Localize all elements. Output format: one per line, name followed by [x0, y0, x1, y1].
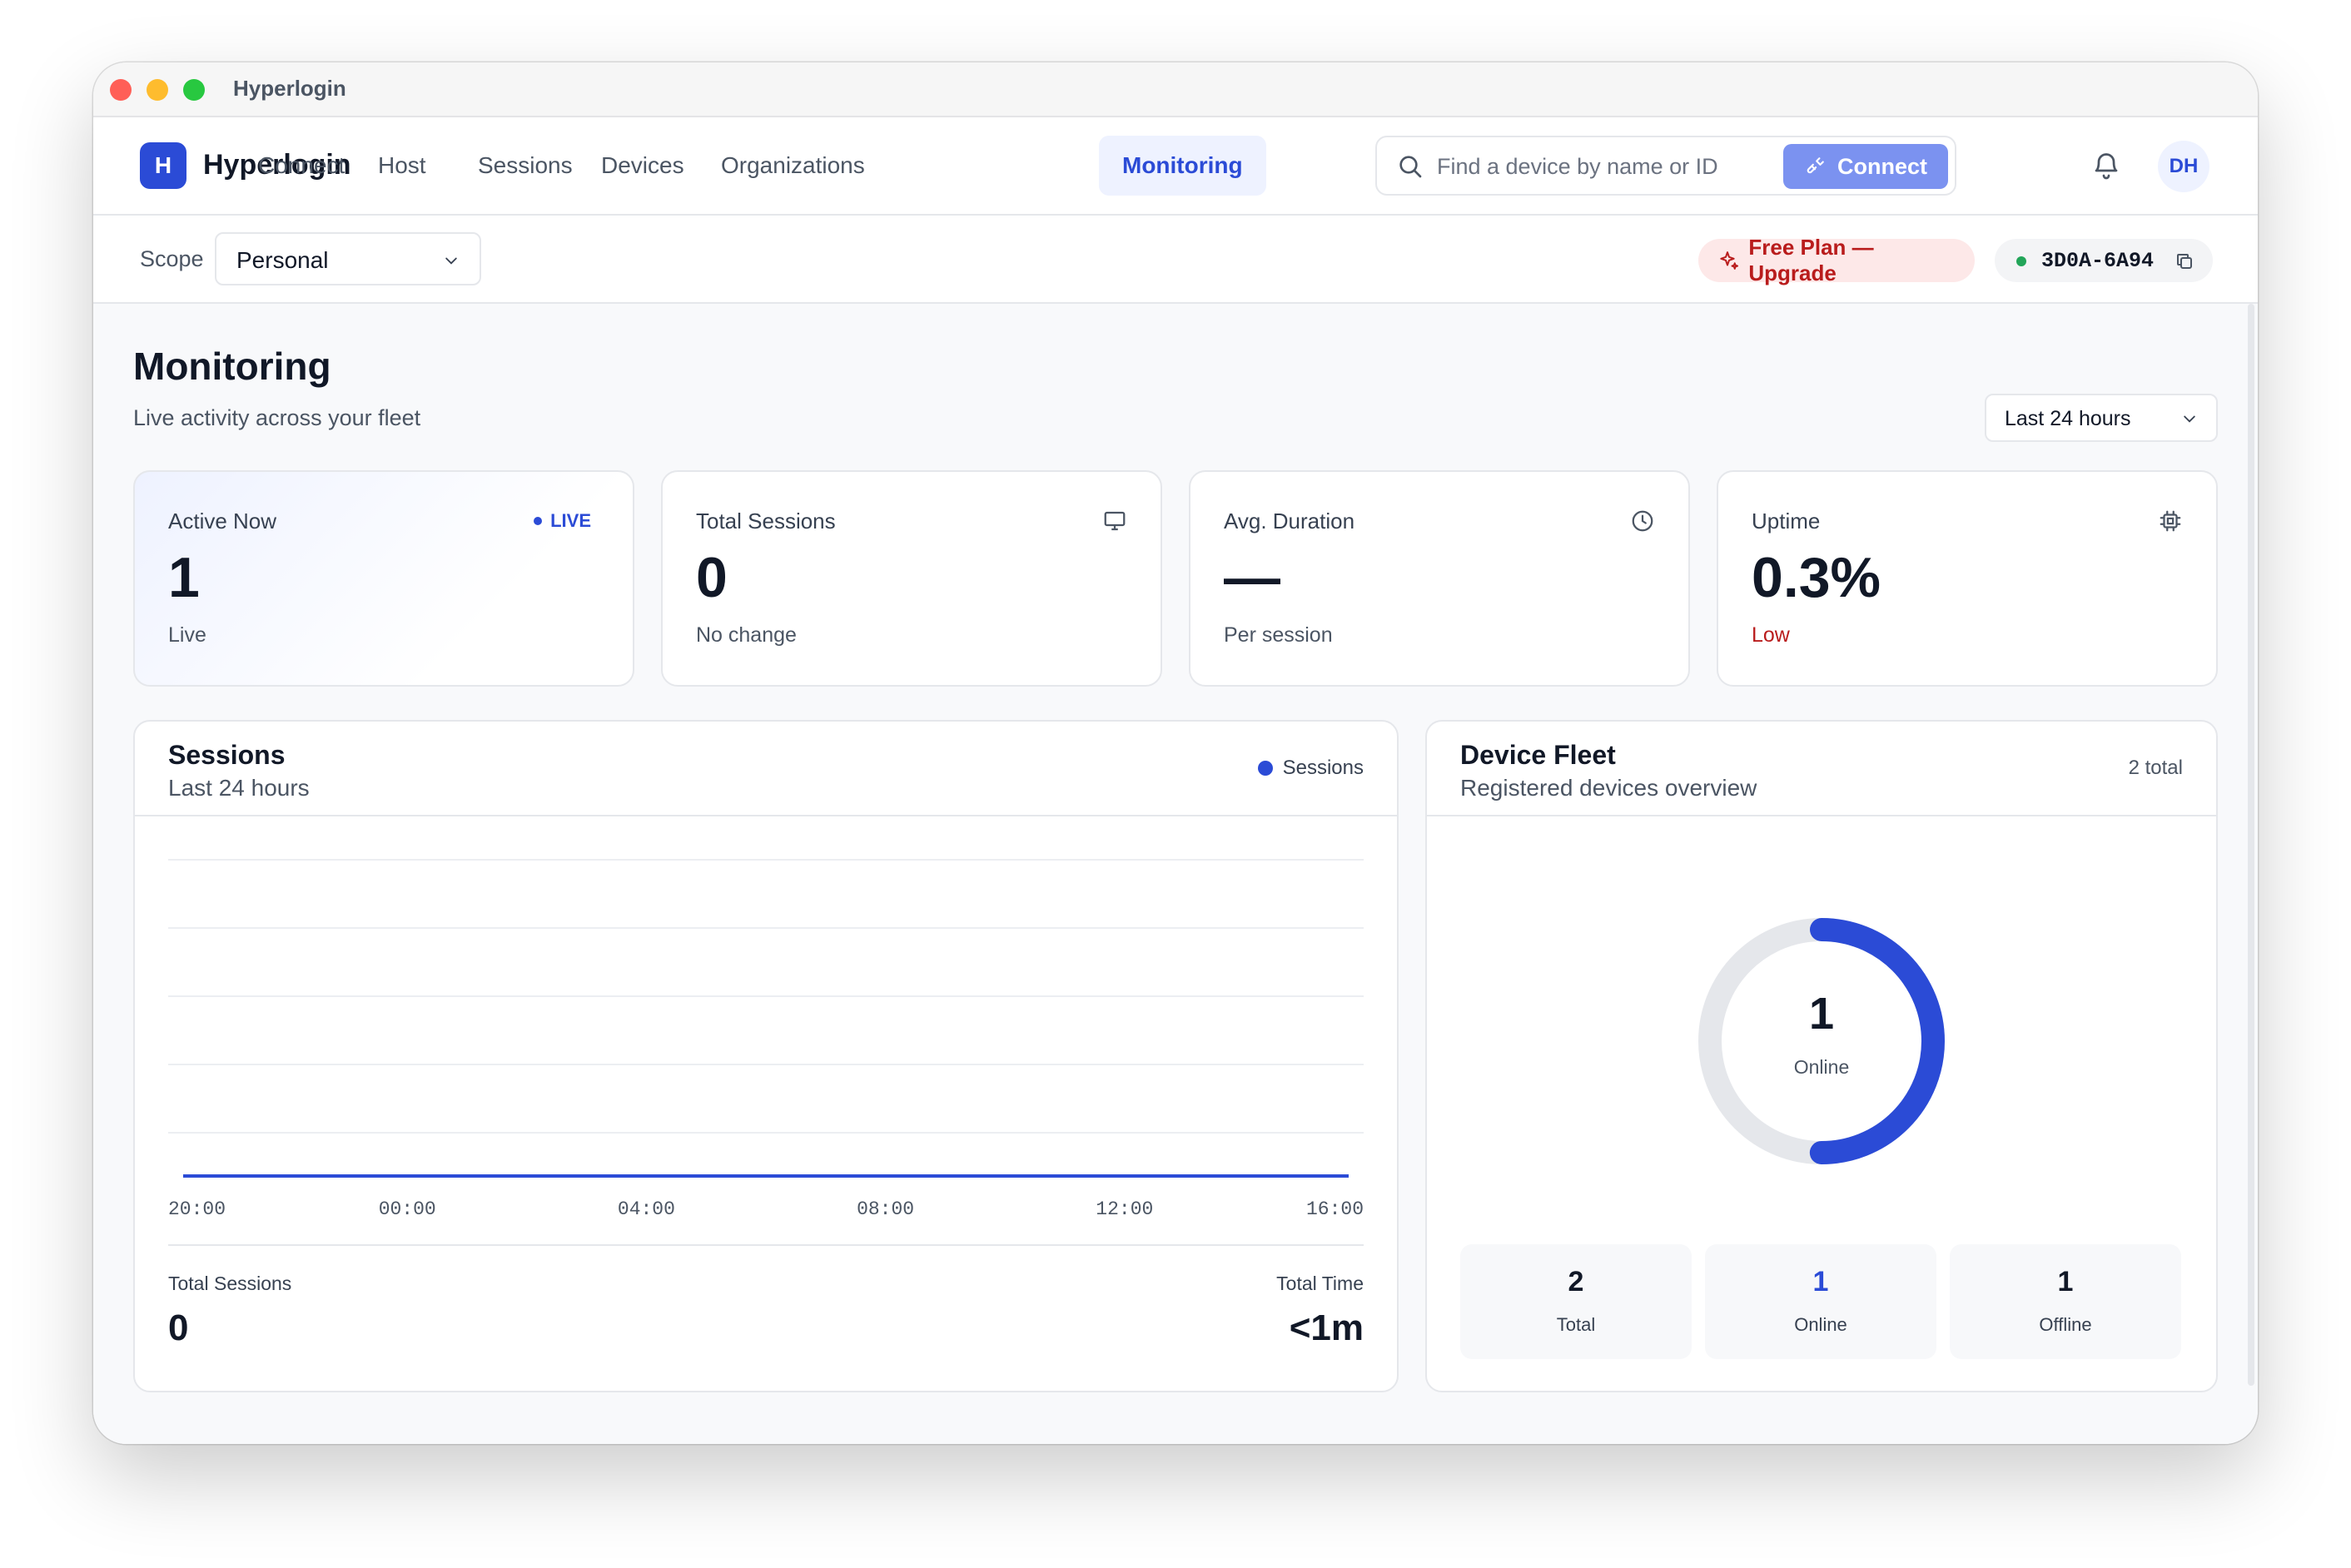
stat-footnote: Low: [1752, 623, 1790, 647]
nav-monitoring[interactable]: Monitoring: [1099, 136, 1266, 196]
user-avatar[interactable]: DH: [2158, 141, 2209, 192]
connect-button[interactable]: Connect: [1783, 144, 1948, 189]
x-tick-label: 00:00: [379, 1198, 436, 1220]
fleet-total-count: 2 total: [2128, 757, 2183, 779]
panel-title: Device Fleet: [1460, 740, 1616, 770]
cpu-icon: [2160, 510, 2181, 532]
stat-label: Uptime: [1752, 509, 1821, 533]
stat-card-active-now: Active Now LIVE 1 Live: [133, 470, 634, 687]
x-tick-label: 20:00: [168, 1198, 226, 1220]
minimize-window-button[interactable]: [147, 79, 168, 101]
monitor-icon: [1104, 511, 1126, 531]
stat-value: 1: [168, 546, 200, 609]
device-fleet-panel: Device Fleet Registered devices overview…: [1425, 720, 2218, 1392]
stat-label: Avg. Duration: [1224, 509, 1355, 533]
top-navigation: H Hyperlogin Connect Host Sessions Devic…: [93, 117, 2258, 216]
scrollbar[interactable]: [2248, 304, 2254, 1386]
nav-connect[interactable]: Connect: [235, 136, 368, 196]
device-id-text: 3D0A-6A94: [2041, 249, 2155, 273]
fleet-stat-value: 2: [1568, 1266, 1584, 1298]
summary-divider: [168, 1244, 1364, 1246]
stat-label: Total Sessions: [696, 509, 836, 533]
panel-subtitle: Registered devices overview: [1460, 775, 1757, 801]
online-status-dot: [2016, 256, 2026, 266]
chevron-down-icon: [2184, 415, 2195, 423]
stat-value: —: [1224, 546, 1280, 609]
total-sessions-label: Total Sessions: [168, 1273, 292, 1294]
clock-icon: [1632, 510, 1653, 532]
chart-legend: Sessions: [1257, 757, 1364, 780]
fleet-stat-label: Online: [1794, 1314, 1847, 1335]
live-dot: [534, 517, 543, 525]
sessions-panel: Sessions Last 24 hours Sessions 20:00 00:…: [133, 720, 1399, 1392]
stat-value: 0.3%: [1752, 546, 1881, 609]
stat-footnote: Per session: [1224, 623, 1333, 647]
bell-icon[interactable]: [2091, 151, 2121, 181]
title-bar: Hyperlogin: [93, 62, 2258, 117]
brand-logo[interactable]: H: [140, 142, 186, 189]
scope-value: Personal: [236, 247, 329, 273]
stat-card-total-sessions: Total Sessions 0 No change: [661, 470, 1162, 687]
fleet-stat-total: 2 Total: [1460, 1244, 1692, 1359]
upgrade-plan-label: Free Plan — Upgrade: [1748, 235, 1874, 285]
nav-organizations[interactable]: Organizations: [698, 136, 888, 196]
fleet-stat-label: Total: [1556, 1314, 1596, 1335]
x-tick-label: 08:00: [857, 1198, 914, 1220]
sessions-line-chart: 20:00 00:00 04:00 08:00 12:00 16:00: [168, 859, 1364, 1220]
upgrade-plan-badge[interactable]: Free Plan — Upgrade: [1698, 235, 1975, 285]
legend-swatch: [1257, 761, 1273, 776]
device-search: Connect: [1375, 136, 1956, 196]
fleet-stat-value: 1: [1812, 1266, 1829, 1298]
close-window-button[interactable]: [110, 79, 132, 101]
maximize-window-button[interactable]: [183, 79, 205, 101]
page-subtitle: Live activity across your fleet: [133, 405, 421, 430]
page-title: Monitoring: [133, 345, 331, 388]
stat-footnote: No change: [696, 623, 797, 647]
nav-sessions[interactable]: Sessions: [455, 136, 596, 196]
fleet-stat-value: 1: [2057, 1266, 2074, 1298]
copy-icon[interactable]: [2175, 251, 2194, 271]
stat-footnote: Live: [168, 623, 206, 647]
stat-label: Active Now: [168, 509, 277, 533]
live-badge: LIVE: [534, 510, 591, 532]
panel-divider: [1427, 815, 2216, 816]
stat-card-uptime: Uptime 0.3% Low: [1717, 470, 2218, 687]
window-title: Hyperlogin: [233, 76, 346, 101]
search-icon: [1399, 156, 1422, 178]
scope-select[interactable]: Personal: [215, 232, 481, 285]
fleet-stat-label: Offline: [2039, 1314, 2092, 1335]
chevron-down-icon: [445, 257, 457, 265]
fleet-stat-online: 1 Online: [1705, 1244, 1936, 1359]
nav-devices[interactable]: Devices: [578, 136, 708, 196]
live-badge-text: LIVE: [550, 510, 591, 531]
search-input[interactable]: [1435, 147, 1755, 186]
x-tick-label: 12:00: [1096, 1198, 1153, 1220]
donut-center-value: 1: [1808, 989, 1835, 1039]
time-range-select[interactable]: Last 24 hours: [1985, 394, 2218, 442]
main-content: Monitoring Live activity across your fle…: [93, 304, 2258, 1444]
stat-value: 0: [696, 546, 728, 609]
scope-label: Scope: [140, 246, 204, 271]
total-time-value: <1m: [1289, 1307, 1364, 1348]
fleet-donut-chart: [1698, 918, 1945, 1164]
sparkle-icon: [1720, 251, 1739, 270]
panel-subtitle: Last 24 hours: [168, 775, 310, 801]
total-time-label: Total Time: [1276, 1273, 1364, 1294]
fleet-stat-offline: 1 Offline: [1950, 1244, 2181, 1359]
panel-title: Sessions: [168, 740, 286, 770]
nav-host[interactable]: Host: [355, 136, 450, 196]
device-id-chip[interactable]: 3D0A-6A94: [1995, 239, 2213, 282]
donut-center-label: Online: [1793, 1056, 1850, 1078]
app-window: Hyperlogin H Hyperlogin Connect Host Ses…: [93, 62, 2258, 1444]
x-tick-label: 16:00: [1306, 1198, 1364, 1220]
connect-button-label: Connect: [1837, 153, 1927, 179]
plug-icon: [1807, 157, 1824, 174]
x-tick-label: 04:00: [618, 1198, 675, 1220]
total-sessions-value: 0: [168, 1307, 189, 1348]
time-range-value: Last 24 hours: [2005, 407, 2131, 430]
scope-bar: Scope Personal Free Plan — Upgrade 3D0A-…: [93, 216, 2258, 304]
legend-label: Sessions: [1282, 757, 1364, 779]
stat-card-avg-duration: Avg. Duration — Per session: [1189, 470, 1690, 687]
